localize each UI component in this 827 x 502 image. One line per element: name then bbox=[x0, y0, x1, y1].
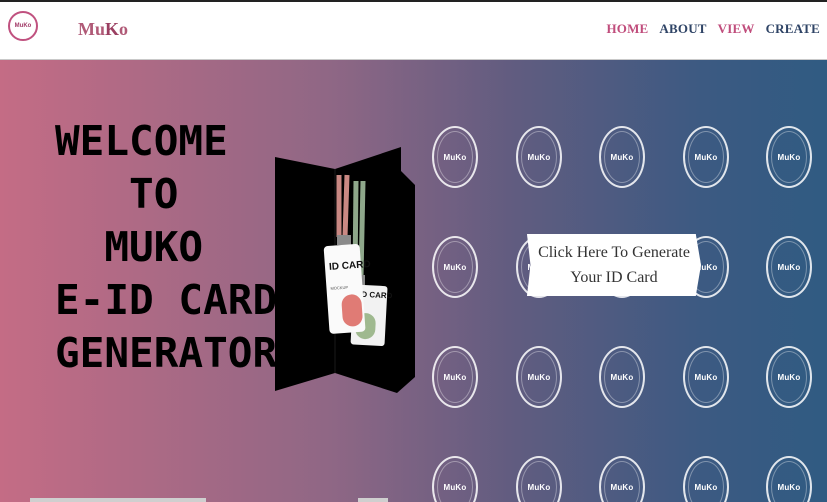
cta-line-1: Click Here To Generate bbox=[538, 244, 690, 261]
nav-about[interactable]: ABOUT bbox=[659, 21, 706, 37]
muko-logo-text: MuKo bbox=[777, 372, 801, 382]
brand-prefix: Mu bbox=[78, 19, 105, 39]
mockup-card2-title: ID CARD bbox=[359, 290, 393, 301]
muko-logo-text: MuKo bbox=[527, 372, 551, 382]
muko-logo-text: MuKo bbox=[443, 372, 467, 382]
muko-logo-text: MuKo bbox=[610, 372, 634, 382]
muko-logo-icon: MuKo bbox=[432, 346, 478, 408]
cta-line-2: Your ID Card bbox=[570, 269, 658, 286]
muko-logo-icon: MuKo bbox=[516, 346, 562, 408]
muko-logo-icon: MuKo bbox=[766, 346, 812, 408]
muko-logo-text: MuKo bbox=[777, 262, 801, 272]
muko-logo-text: MuKo bbox=[527, 152, 551, 162]
muko-logo-icon: MuKo bbox=[766, 126, 812, 188]
muko-logo-text: MuKo bbox=[443, 262, 467, 272]
brand-k: K bbox=[105, 19, 120, 39]
muko-logo-icon: MuKo bbox=[599, 346, 645, 408]
muko-logo-text: MuKo bbox=[610, 152, 634, 162]
muko-logo-icon: MuKo bbox=[683, 346, 729, 408]
welcome-heading: WELCOME TO MUKO E-ID CARD GENERATOR bbox=[55, 117, 278, 377]
muko-logo-icon: MuKo bbox=[766, 456, 812, 502]
navbar: MuKo MuKo HOME ABOUT VIEW CREATE bbox=[0, 2, 827, 60]
id-card-mockup-image: ID CARD ID CARD MOCKUP bbox=[273, 145, 418, 397]
muko-logo-text: MuKo bbox=[777, 482, 801, 492]
muko-logo-icon: MuKo bbox=[599, 456, 645, 502]
muko-logo-icon: MuKo bbox=[516, 456, 562, 502]
nav-links: HOME ABOUT VIEW CREATE bbox=[606, 21, 820, 37]
muko-logo-icon: MuKo bbox=[432, 456, 478, 502]
scrollbar-track[interactable] bbox=[30, 498, 206, 502]
muko-logo-icon: MuKo bbox=[766, 236, 812, 298]
muko-logo-text: MuKo bbox=[694, 372, 718, 382]
muko-logo-text: MuKo bbox=[694, 152, 718, 162]
logo[interactable]: MuKo bbox=[8, 11, 38, 41]
muko-logo-icon: MuKo bbox=[516, 126, 562, 188]
muko-logo-text: MuKo bbox=[610, 482, 634, 492]
muko-logo-icon: MuKo bbox=[683, 126, 729, 188]
brand-suffix: o bbox=[119, 19, 129, 39]
muko-logo-text: MuKo bbox=[694, 482, 718, 492]
nav-home[interactable]: HOME bbox=[606, 21, 648, 37]
muko-logo-icon: MuKo bbox=[432, 126, 478, 188]
scrollbar-thumb[interactable] bbox=[358, 498, 388, 502]
muko-logo-icon: MuKo bbox=[432, 236, 478, 298]
nav-view[interactable]: VIEW bbox=[718, 21, 755, 37]
brand-name[interactable]: MuKo bbox=[78, 19, 128, 40]
muko-logo-text: MuKo bbox=[443, 482, 467, 492]
muko-logo-text: MuKo bbox=[443, 152, 467, 162]
muko-logo-text: MuKo bbox=[777, 152, 801, 162]
muko-logo-icon: MuKo bbox=[683, 456, 729, 502]
hero-section: MuKo MuKo MuKo MuKo MuKo MuKo MuKo MuKo MuKo MuKo… bbox=[0, 60, 827, 502]
muko-logo-text: MuKo bbox=[527, 482, 551, 492]
muko-logo-icon: MuKo bbox=[599, 126, 645, 188]
nav-create[interactable]: CREATE bbox=[766, 21, 820, 37]
logo-text: MuKo bbox=[14, 23, 32, 29]
generate-id-card-button[interactable]: Click Here To Generate Your ID Card bbox=[527, 234, 701, 296]
